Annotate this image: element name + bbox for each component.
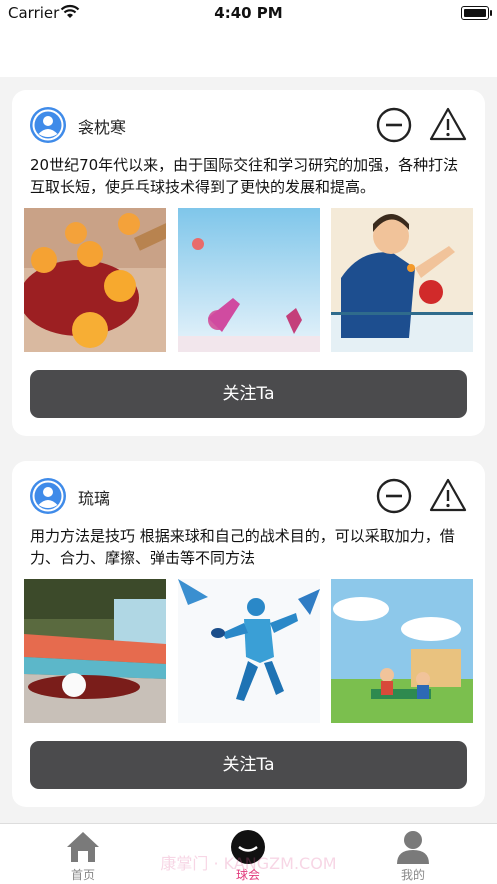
post-photo[interactable] xyxy=(178,208,320,352)
follow-button[interactable]: 关注Ta xyxy=(30,741,467,789)
post-photo[interactable] xyxy=(178,579,320,723)
block-icon[interactable] xyxy=(376,478,412,514)
post-text: 用力方法是技巧 根据来球和自己的战术目的，可以采取加力，借力、合力、摩擦、弹击等… xyxy=(30,527,455,567)
avatar-icon[interactable] xyxy=(30,107,66,143)
post-card: 琉璃 用力方法是技巧 根据来球和自己的战术目的，可以采取加力，借力、合力、摩擦、… xyxy=(12,461,485,807)
status-bar: Carrier 4:40 PM xyxy=(0,0,497,30)
post-photo[interactable] xyxy=(24,579,166,723)
avatar-icon[interactable] xyxy=(30,478,66,514)
block-icon[interactable] xyxy=(376,107,412,143)
watermark: 康掌门 · KANGZM.COM xyxy=(160,854,337,873)
post-photo[interactable] xyxy=(331,208,473,352)
post-text: 20世纪70年代以来，由于国际交往和学习研究的加强，各种打法互取长短，使乒乓球技… xyxy=(30,156,459,196)
report-warning-icon[interactable] xyxy=(429,477,467,513)
report-warning-icon[interactable] xyxy=(429,106,467,142)
post-card: 衾枕寒 20世纪70年代以来，由于国际交往和学习研究的加强，各种打法互取长短，使… xyxy=(12,90,485,436)
follow-button[interactable]: 关注Ta xyxy=(30,370,467,418)
post-username[interactable]: 琉璃 xyxy=(78,485,110,509)
post-username[interactable]: 衾枕寒 xyxy=(78,114,126,138)
clock: 4:40 PM xyxy=(214,4,283,22)
navigation-bar xyxy=(0,30,497,77)
post-photo[interactable] xyxy=(24,208,166,352)
post-photo[interactable] xyxy=(331,579,473,723)
battery-icon xyxy=(461,6,492,20)
